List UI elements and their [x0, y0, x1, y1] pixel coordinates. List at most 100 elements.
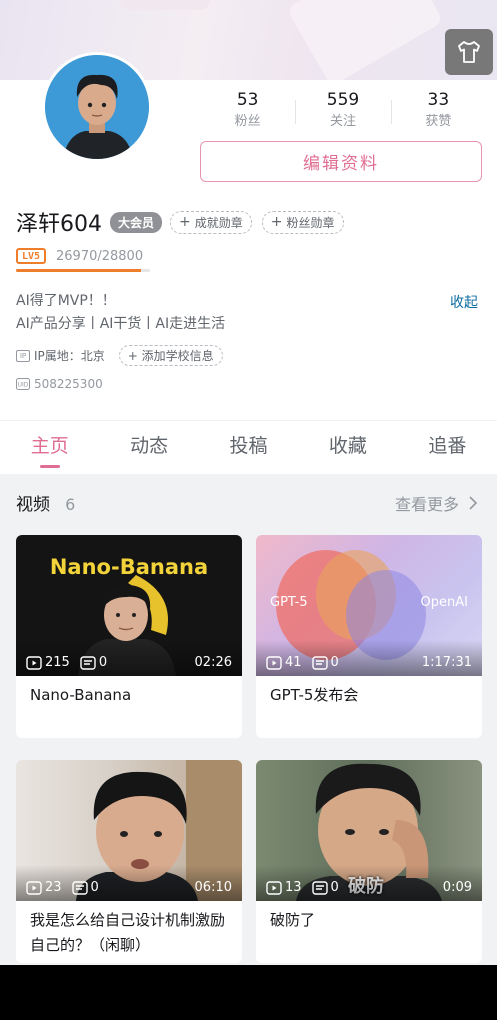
medal-label: 粉丝勋章 — [286, 215, 335, 230]
video-duration: 06:10 — [194, 880, 232, 895]
danmaku-icon — [71, 880, 88, 895]
edit-profile-button[interactable]: 编辑资料 — [200, 141, 482, 182]
video-duration: 1:17:31 — [421, 655, 472, 670]
stat-number: 559 — [326, 90, 360, 110]
tab-home[interactable]: 主页 — [0, 421, 99, 474]
play-icon — [26, 655, 42, 670]
ip-row: IP IP属地：北京 + 添加学校信息 — [16, 345, 223, 366]
profile-tabs: 主页 动态 投稿 收藏 追番 — [0, 420, 497, 474]
tab-favorites[interactable]: 收藏 — [298, 421, 397, 474]
video-card[interactable]: 破防 13 0 0:09 破防了 — [256, 760, 482, 963]
exp-progress-fill — [16, 269, 142, 272]
section-title: 视频 — [16, 495, 50, 515]
danmaku-count-value: 0 — [90, 880, 99, 895]
exp-progress-bar — [16, 269, 150, 272]
plus-icon: + — [179, 214, 191, 230]
bio-line: AI得了MVP！！ — [16, 293, 116, 309]
avatar[interactable] — [42, 52, 152, 162]
level-badge: LV5 — [16, 248, 46, 264]
video-thumbnail: 破防 13 0 0:09 — [256, 760, 482, 901]
danmaku-count-value: 0 — [98, 655, 108, 670]
danmaku-icon — [311, 880, 328, 895]
section-count: 6 — [65, 495, 76, 514]
play-count-value: 23 — [45, 880, 62, 895]
stat-number: 53 — [236, 90, 259, 110]
uid-icon: UID — [16, 378, 30, 390]
stats-row: 53 粉丝 559 关注 33 获赞 — [200, 88, 486, 138]
play-count: 215 — [26, 655, 70, 670]
video-meta: 41 0 1:17:31 — [256, 640, 482, 676]
video-thumbnail: GPT-5 OpenAI 41 0 1:17:31 — [256, 535, 482, 676]
tab-uploads[interactable]: 投稿 — [199, 421, 298, 474]
danmaku-count-value: 0 — [330, 880, 339, 895]
achievement-medal-button[interactable]: + 成就勋章 — [170, 210, 252, 234]
play-count-value: 41 — [285, 655, 302, 670]
stat-fans[interactable]: 53 粉丝 — [200, 88, 295, 138]
ip-location: IP属地：北京 — [34, 349, 105, 363]
danmaku-count-value: 0 — [330, 655, 339, 670]
video-meta: 13 0 0:09 — [256, 865, 482, 901]
video-title: 破防了 — [270, 911, 316, 929]
name-row: 泽轩604 大会员 + 成就勋章 + 粉丝勋章 — [16, 206, 354, 238]
play-icon — [26, 880, 42, 895]
stat-number: 33 — [427, 90, 450, 110]
thumbnail-caption: OpenAI — [420, 595, 468, 610]
play-icon — [266, 655, 282, 670]
videos-section-header: 视频 6 查看更多 — [16, 490, 481, 515]
add-school-label: 添加学校信息 — [141, 349, 214, 363]
chevron-right-icon — [469, 495, 478, 510]
video-card[interactable]: 23 0 06:10 我是怎么给自己设计机制激励自己的？（闲聊） — [16, 760, 242, 963]
play-count: 13 — [266, 880, 302, 895]
plus-icon: + — [127, 349, 142, 363]
fans-medal-button[interactable]: + 粉丝勋章 — [261, 210, 344, 234]
bottom-bar — [0, 965, 497, 1020]
uid-row[interactable]: UID 508225300 — [16, 377, 103, 391]
stat-label: 粉丝 — [234, 114, 261, 129]
stat-likes[interactable]: 33 获赞 — [390, 88, 486, 138]
play-icon — [266, 880, 282, 895]
bio-line: AI产品分享丨AI干货丨AI走进生活 — [16, 316, 226, 332]
danmaku-count: 0 — [311, 655, 339, 670]
plus-icon: + — [270, 214, 283, 230]
collapse-link[interactable]: 收起 — [450, 292, 478, 312]
video-duration: 02:26 — [194, 655, 232, 670]
video-thumbnail: 23 0 06:10 — [16, 760, 242, 901]
play-count-value: 215 — [45, 655, 70, 670]
danmaku-icon — [311, 655, 328, 670]
tab-anime[interactable]: 追番 — [398, 421, 497, 474]
danmaku-count: 0 — [71, 880, 99, 895]
outfit-button[interactable] — [445, 29, 493, 75]
play-count: 23 — [26, 880, 62, 895]
stat-following[interactable]: 559 关注 — [295, 88, 390, 138]
add-school-button[interactable]: + 添加学校信息 — [118, 345, 223, 366]
play-count-value: 13 — [285, 880, 302, 895]
thumbnail-caption: GPT-5 — [270, 595, 308, 610]
see-more-label: 查看更多 — [394, 494, 459, 514]
ip-icon: IP — [16, 349, 30, 362]
level-row[interactable]: LV5 26970/28800 — [16, 248, 143, 264]
svg-text:UID: UID — [18, 382, 29, 389]
exp-text: 26970/28800 — [56, 248, 144, 264]
danmaku-count: 0 — [311, 880, 339, 895]
video-title: GPT-5发布会 — [270, 686, 359, 704]
uid-value: 508225300 — [34, 377, 103, 391]
bio: AI得了MVP！！ AI产品分享丨AI干货丨AI走进生活 — [16, 290, 225, 336]
video-card[interactable]: GPT-5 OpenAI 41 0 1:17:31 GPT-5发布会 — [256, 535, 482, 738]
stat-label: 获赞 — [425, 114, 452, 129]
medal-label: 成就勋章 — [194, 215, 243, 230]
stat-label: 关注 — [329, 114, 356, 129]
video-title: Nano-Banana — [30, 686, 132, 704]
danmaku-count: 0 — [80, 655, 107, 670]
danmaku-icon — [80, 655, 96, 670]
username: 泽轩604 — [16, 212, 102, 237]
vip-badge[interactable]: 大会员 — [110, 211, 163, 233]
video-duration: 0:09 — [442, 880, 472, 895]
tab-dynamics[interactable]: 动态 — [99, 421, 198, 474]
video-title: 我是怎么给自己设计机制激励自己的？（闲聊） — [30, 911, 226, 954]
see-more-link[interactable]: 查看更多 — [395, 491, 481, 515]
video-thumbnail: Nano-Banana 215 0 02:26 — [16, 535, 242, 676]
video-card[interactable]: Nano-Banana 215 0 02:26 Nano-Banana — [16, 535, 242, 738]
video-meta: 23 0 06:10 — [16, 865, 242, 901]
play-count: 41 — [266, 655, 302, 670]
profile-page: 53 粉丝 559 关注 33 获赞 编辑资料 泽轩604 大会员 + 成就勋章… — [0, 0, 497, 965]
